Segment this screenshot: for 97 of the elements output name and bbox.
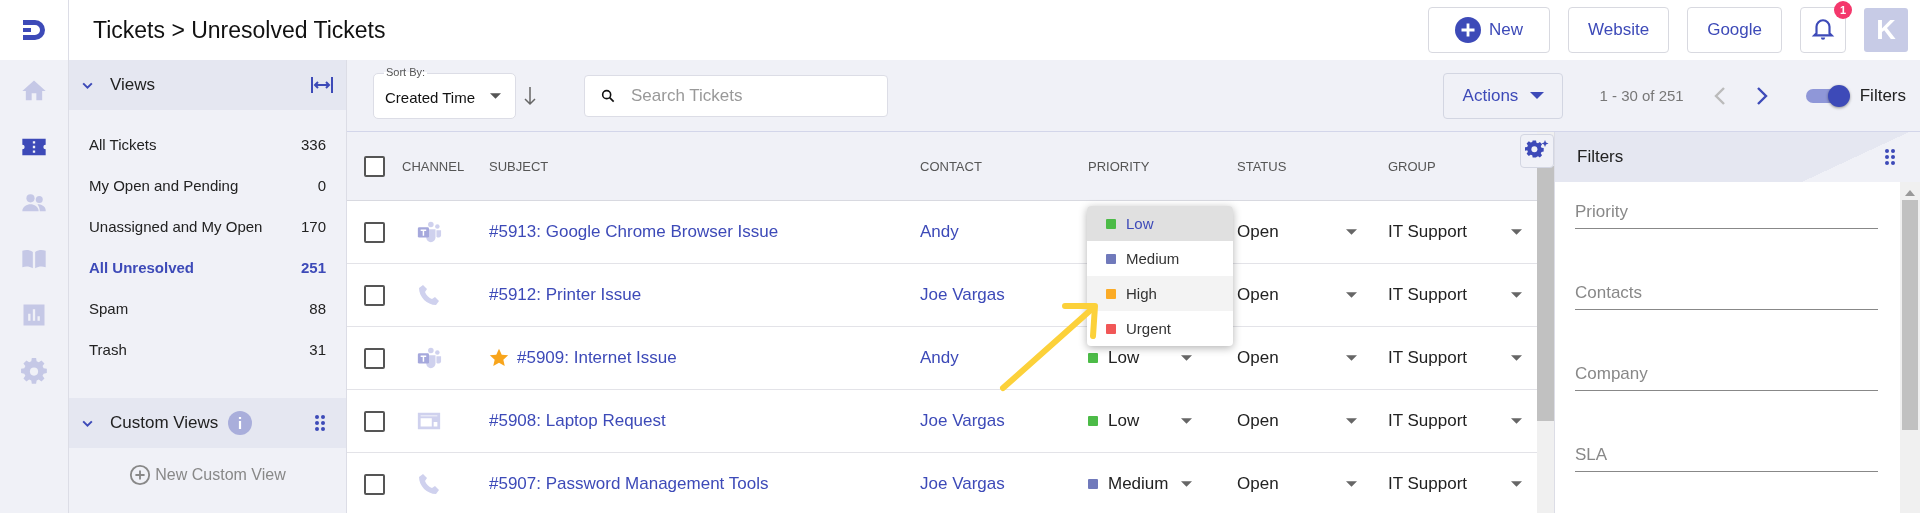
filter-field[interactable]: SLA xyxy=(1575,437,1878,472)
contact-link[interactable]: Andy xyxy=(920,222,959,242)
view-item[interactable]: All Unresolved 251 xyxy=(69,247,346,288)
group-select[interactable]: IT Support xyxy=(1388,222,1522,242)
menu-option[interactable]: Low xyxy=(1087,206,1233,241)
caret-icon xyxy=(1511,418,1522,424)
view-item[interactable]: Spam 88 xyxy=(69,288,346,329)
page-range: 1 - 30 of 251 xyxy=(1599,87,1684,104)
notification-button[interactable] xyxy=(1800,7,1846,53)
group-select[interactable]: IT Support xyxy=(1388,474,1522,494)
select-all-checkbox[interactable] xyxy=(364,155,385,177)
teams-icon xyxy=(416,220,442,244)
row-checkbox[interactable] xyxy=(364,284,385,306)
ticket-subject-link[interactable]: #5907: Password Management Tools xyxy=(489,474,769,494)
page-title: Tickets > Unresolved Tickets xyxy=(93,16,386,44)
column-settings-button[interactable] xyxy=(1520,134,1554,168)
caret-icon xyxy=(1530,92,1545,99)
filter-field[interactable]: Company xyxy=(1575,356,1878,391)
view-item[interactable]: All Tickets 336 xyxy=(69,124,346,165)
custom-views-header[interactable]: Custom Views xyxy=(69,398,346,448)
add-circle-icon xyxy=(129,464,152,486)
column-header[interactable]: STATUS xyxy=(1237,158,1287,174)
group-select[interactable]: IT Support xyxy=(1388,348,1522,368)
group-select[interactable]: IT Support xyxy=(1388,285,1522,305)
star-icon[interactable] xyxy=(489,348,509,368)
row-checkbox[interactable] xyxy=(364,347,385,369)
contact-link[interactable]: Andy xyxy=(920,348,959,368)
ticket-subject-link[interactable]: #5913: Google Chrome Browser Issue xyxy=(489,222,779,242)
caret-icon xyxy=(1181,418,1192,424)
panel-title: Filters xyxy=(1577,147,1624,167)
ticket-subject-link[interactable]: #5912: Printer Issue xyxy=(489,285,642,305)
caret-icon xyxy=(1511,292,1522,298)
section-title: Views xyxy=(110,75,156,95)
row-checkbox[interactable] xyxy=(364,221,385,243)
table-row[interactable]: #5908: Laptop Request Joe Vargas Low Open IT Support xyxy=(347,390,1537,453)
status-select[interactable]: Open xyxy=(1237,348,1357,368)
header-button[interactable]: New xyxy=(1428,7,1551,53)
settings-icon xyxy=(20,357,48,385)
scrollbar[interactable] xyxy=(1900,182,1920,513)
phone-icon xyxy=(416,283,442,307)
sort-descending-icon[interactable] xyxy=(524,85,536,106)
caret-icon xyxy=(1511,229,1522,235)
menu-option[interactable]: High xyxy=(1087,276,1233,311)
status-select[interactable]: Open xyxy=(1237,285,1357,305)
column-header[interactable]: GROUP xyxy=(1388,158,1436,174)
column-header[interactable]: PRIORITY xyxy=(1088,158,1150,174)
row-checkbox[interactable] xyxy=(364,473,385,495)
caret-icon xyxy=(1346,229,1357,235)
view-item[interactable]: Trash 31 xyxy=(69,329,346,370)
caret-icon xyxy=(1346,355,1357,361)
header-button[interactable]: Website xyxy=(1568,7,1670,53)
drag-handle-icon[interactable] xyxy=(1884,148,1896,166)
group-select[interactable]: IT Support xyxy=(1388,411,1522,431)
scrollbar[interactable] xyxy=(1537,132,1554,513)
caret-icon xyxy=(1511,481,1522,487)
contact-link[interactable]: Joe Vargas xyxy=(920,411,1005,431)
ticket-subject-link[interactable]: #5909: Internet Issue xyxy=(517,348,677,368)
caret-icon xyxy=(1346,418,1357,424)
contact-link[interactable]: Joe Vargas xyxy=(920,474,1005,494)
filter-field[interactable]: Contacts xyxy=(1575,275,1878,310)
view-item[interactable]: My Open and Pending 0 xyxy=(69,165,346,206)
priority-select[interactable]: Low xyxy=(1088,348,1192,368)
status-select[interactable]: Open xyxy=(1237,222,1357,242)
caret-icon xyxy=(1346,481,1357,487)
ticket-subject-link[interactable]: #5908: Laptop Request xyxy=(489,411,666,431)
notification-badge: 1 xyxy=(1834,1,1852,19)
search-field[interactable]: Search Tickets xyxy=(584,74,888,117)
filter-field[interactable]: Priority xyxy=(1575,194,1878,229)
header-button[interactable]: Google xyxy=(1687,7,1782,53)
caret-icon xyxy=(1346,292,1357,298)
status-select[interactable]: Open xyxy=(1237,474,1357,494)
actions-button[interactable]: Actions xyxy=(1443,72,1564,119)
search-icon xyxy=(600,87,616,104)
caret-icon xyxy=(1181,481,1192,487)
status-select[interactable]: Open xyxy=(1237,411,1357,431)
view-item[interactable]: Unassigned and My Open 170 xyxy=(69,206,346,247)
priority-select[interactable]: Low xyxy=(1088,411,1192,431)
teams-icon xyxy=(416,346,442,370)
section-title: Custom Views xyxy=(110,413,219,433)
caret-icon xyxy=(1511,355,1522,361)
column-header[interactable]: CHANNEL xyxy=(402,158,465,174)
bell-icon xyxy=(1810,17,1836,43)
phone-icon xyxy=(416,472,442,496)
column-header[interactable]: SUBJECT xyxy=(489,158,549,174)
row-checkbox[interactable] xyxy=(364,410,385,432)
column-header[interactable]: CONTACT xyxy=(920,158,982,174)
drag-handle-icon[interactable] xyxy=(314,414,326,432)
caret-icon xyxy=(490,92,501,99)
plus-icon xyxy=(1455,17,1482,43)
views-header[interactable]: Views xyxy=(69,60,346,110)
toggle-label: Filters xyxy=(1859,85,1906,106)
contact-link[interactable]: Joe Vargas xyxy=(920,285,1005,305)
table-row[interactable]: #5907: Password Management Tools Joe Vargas Medium Open IT Support xyxy=(347,453,1537,513)
priority-select[interactable]: Medium xyxy=(1088,474,1192,494)
next-page-icon[interactable] xyxy=(1755,85,1768,106)
caret-icon xyxy=(1181,355,1192,361)
expand-width-icon[interactable] xyxy=(310,75,334,95)
